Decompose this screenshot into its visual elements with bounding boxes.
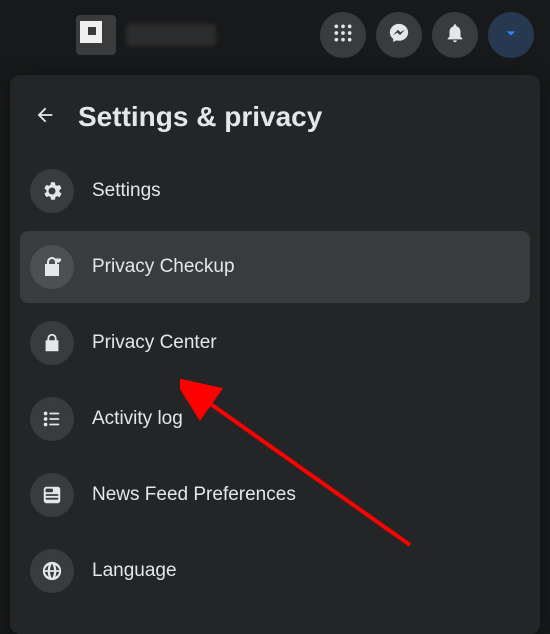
top-bar — [0, 0, 550, 70]
lock-icon — [30, 321, 74, 365]
menu-label: Activity log — [92, 408, 183, 430]
back-button[interactable] — [30, 102, 60, 132]
menu-item-language[interactable]: Language — [20, 535, 530, 607]
gear-icon — [30, 169, 74, 213]
menu-item-activity-log[interactable]: Activity log — [20, 383, 530, 455]
panel-header: Settings & privacy — [20, 93, 530, 151]
list-icon — [30, 397, 74, 441]
bell-icon — [444, 22, 466, 49]
notifications-button[interactable] — [432, 12, 478, 58]
lock-heart-icon — [30, 245, 74, 289]
feed-icon — [30, 473, 74, 517]
grid-icon — [333, 23, 353, 48]
profile-chip[interactable] — [76, 15, 216, 55]
topbar-actions — [320, 12, 534, 58]
account-dropdown-button[interactable] — [488, 12, 534, 58]
menu-label: Settings — [92, 180, 161, 202]
menu-label: News Feed Preferences — [92, 484, 296, 506]
settings-privacy-panel: Settings & privacy Settings Privacy Chec… — [10, 75, 540, 634]
menu-item-privacy-center[interactable]: Privacy Center — [20, 307, 530, 379]
globe-icon — [30, 549, 74, 593]
menu-label: Privacy Checkup — [92, 256, 235, 278]
menu-label: Language — [92, 560, 177, 582]
username-obscured — [126, 24, 216, 46]
menu-list: Settings Privacy Checkup Privacy Center … — [20, 155, 530, 607]
menu-label: Privacy Center — [92, 332, 217, 354]
messenger-button[interactable] — [376, 12, 422, 58]
panel-title: Settings & privacy — [78, 101, 322, 133]
menu-grid-button[interactable] — [320, 12, 366, 58]
caret-down-icon — [501, 23, 521, 48]
menu-item-news-feed-preferences[interactable]: News Feed Preferences — [20, 459, 530, 531]
menu-item-settings[interactable]: Settings — [20, 155, 530, 227]
messenger-icon — [388, 22, 410, 49]
arrow-left-icon — [34, 104, 56, 131]
menu-item-privacy-checkup[interactable]: Privacy Checkup — [20, 231, 530, 303]
avatar — [76, 15, 116, 55]
